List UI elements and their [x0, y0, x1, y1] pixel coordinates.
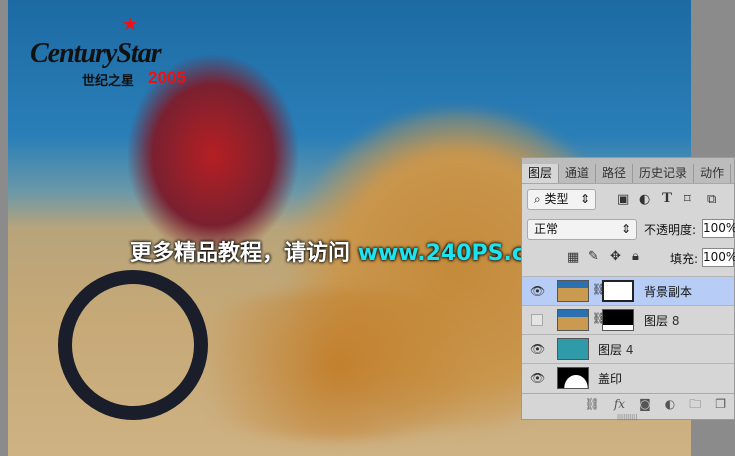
opacity-label: 不透明度: — [644, 223, 697, 237]
dust-cloud — [158, 290, 518, 440]
eye-icon[interactable]: 👁︎ — [530, 342, 545, 356]
new-group-icon[interactable]: 🗀 — [689, 394, 701, 413]
tab-layers[interactable]: 图层 — [522, 164, 560, 183]
fill-label: 填充: — [670, 252, 699, 266]
mask-thumbnail[interactable] — [602, 280, 634, 302]
logo-brand: CenturyStar — [30, 38, 162, 69]
layer-name: 盖印 — [598, 372, 623, 386]
opacity-input[interactable]: 100% — [702, 219, 735, 238]
pixel-filter-icon[interactable]: ▣ — [617, 192, 629, 207]
mask-thumbnail[interactable] — [602, 309, 634, 331]
tab-history[interactable]: 历史记录 — [633, 164, 695, 183]
blend-mode-value: 正常 — [534, 222, 559, 236]
layer-row[interactable]: 👁︎ 盖印 — [522, 363, 734, 392]
watermark-text: 更多精品教程，请访问 — [130, 241, 351, 266]
logo: ★ CenturyStar 世纪之星 2005 — [30, 14, 205, 93]
tab-actions[interactable]: 动作 — [694, 164, 732, 183]
layer-thumbnail — [557, 280, 589, 302]
resize-grip[interactable]: |||||||||| — [617, 414, 637, 421]
adjustment-layer-icon[interactable]: ◐ — [665, 394, 675, 413]
watermark: 更多精品教程，请访问 www.240PS.com — [130, 235, 563, 267]
eye-icon[interactable]: 👁︎ — [530, 284, 545, 298]
panel-toolbar: ⛓ fx ◙ ◐ 🗀 ❐ — [522, 393, 734, 413]
tab-paths[interactable]: 路径 — [596, 164, 634, 183]
layer-thumbnail — [557, 338, 589, 360]
layer-name: 图层 8 — [644, 314, 680, 328]
tab-channels[interactable]: 通道 — [559, 164, 597, 183]
layer-name: 背景副本 — [644, 285, 693, 299]
logo-chinese: 世纪之星 — [82, 74, 135, 89]
filter-label: 类型 — [544, 192, 569, 206]
link-layers-icon[interactable]: ⛓ — [585, 394, 600, 413]
layer-thumbnail — [557, 367, 589, 389]
star-icon: ★ — [122, 14, 139, 35]
panel-tabs: 图层 通道 路径 历史记录 动作 — [522, 158, 734, 184]
layer-row[interactable]: ⛓ 图层 8 — [522, 305, 734, 334]
layer-row[interactable]: 👁︎ ⛓ 背景副本 — [522, 276, 734, 305]
lock-move-icon[interactable]: ✥ — [610, 249, 621, 264]
chevron-updown-icon: ⇕ — [620, 222, 631, 236]
layer-row[interactable]: 👁︎ 图层 4 — [522, 334, 734, 363]
lock-icon[interactable]: 🔒︎ — [632, 249, 639, 264]
lock-transparent-icon[interactable]: ▦ — [567, 250, 579, 265]
blend-mode-select[interactable]: 正常 ⇕ — [527, 219, 637, 240]
chevron-updown-icon: ⇕ — [579, 192, 590, 206]
logo-year: 2005 — [148, 68, 186, 87]
shape-filter-icon[interactable]: ⌑ — [684, 192, 691, 207]
smart-object-filter-icon[interactable]: ⧉ — [707, 192, 716, 207]
new-layer-icon[interactable]: ❐ — [715, 394, 726, 413]
fill-input[interactable]: 100% — [702, 248, 735, 267]
eye-icon[interactable]: 👁︎ — [530, 371, 545, 385]
layers-panel: 图层 通道 路径 历史记录 动作 ⌕ 类型 ⇕ ▣ ◐ T ⌑ ⧉ 正常 ⇕ 不透明… — [521, 157, 735, 421]
adjustment-filter-icon[interactable]: ◐ — [639, 192, 650, 207]
type-filter-icon[interactable]: T — [662, 190, 672, 207]
search-icon: ⌕ — [534, 192, 545, 206]
add-mask-icon[interactable]: ◙ — [639, 394, 651, 413]
layer-name: 图层 4 — [598, 343, 634, 357]
filter-select[interactable]: ⌕ 类型 ⇕ — [527, 189, 596, 210]
visibility-toggle[interactable] — [531, 314, 543, 326]
lock-brush-icon[interactable]: ✎ — [588, 249, 599, 264]
motorcycle-wheel — [58, 270, 208, 420]
layer-thumbnail — [557, 309, 589, 331]
fx-icon[interactable]: fx — [614, 394, 625, 413]
